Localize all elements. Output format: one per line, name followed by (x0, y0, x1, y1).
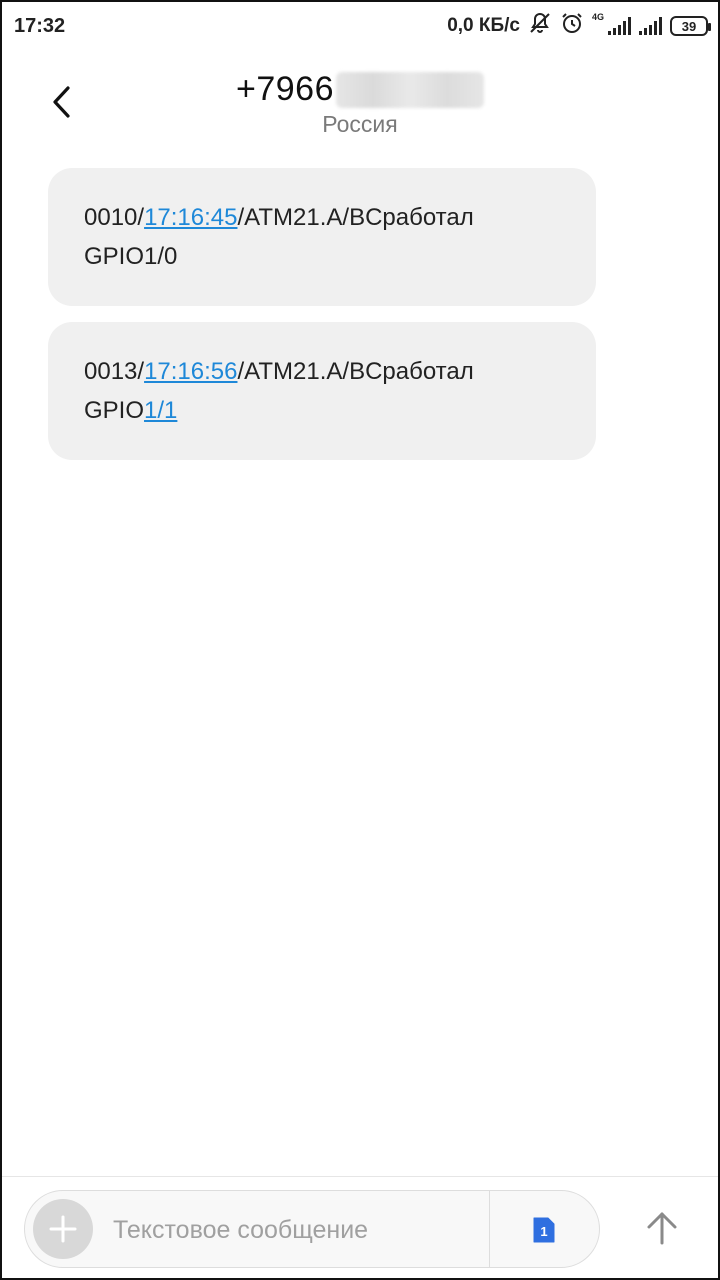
number-link[interactable]: 1/1 (144, 397, 177, 424)
time-link[interactable]: 17:16:56 (144, 358, 237, 385)
message-bubble[interactable]: 0013/17:16:56/ATM21.A/BCработал GPIO1/1 (48, 322, 596, 460)
send-button[interactable] (632, 1198, 692, 1258)
message-input[interactable] (111, 1203, 485, 1257)
sim-select-button[interactable]: 1 (519, 1205, 569, 1255)
composer-separator (489, 1191, 490, 1267)
mute-icon (528, 11, 552, 41)
composer-divider (2, 1176, 718, 1177)
sim-number: 1 (540, 1224, 547, 1239)
message-text: GPIO1/0 (84, 243, 178, 270)
message-text: 0013/ (84, 358, 145, 385)
contact-phone: +7966 (236, 70, 484, 109)
plus-icon (49, 1215, 77, 1243)
battery-icon: 39 (670, 16, 711, 36)
redacted-digits (336, 71, 484, 108)
attach-button[interactable] (33, 1199, 93, 1259)
time-link[interactable]: 17:16:45 (144, 204, 237, 231)
send-arrow-icon (647, 1212, 677, 1245)
message-text: GPIO (84, 397, 145, 424)
signal-icon (608, 17, 631, 35)
status-icons: 0,0 КБ/с 4G 39 (447, 11, 711, 41)
status-bar: 17:32 0,0 КБ/с 4G 39 (2, 2, 718, 50)
battery-level: 39 (681, 18, 697, 34)
phone-number: +7966 (236, 70, 334, 108)
composer: 1 (24, 1190, 600, 1268)
sim-card-icon: 1 (533, 1217, 555, 1243)
message-text: /ATM21.A/BCработал (237, 204, 474, 231)
network-type: 4G (591, 12, 604, 22)
status-time: 17:32 (14, 14, 66, 37)
contact-title[interactable]: +7966 Россия (2, 70, 718, 138)
alarm-icon (560, 11, 584, 41)
signal-icon (639, 17, 662, 35)
net-speed: 0,0 КБ/с (447, 15, 520, 36)
message-bubble[interactable]: 0010/17:16:45/ATM21.A/BCработал GPIO1/0 (48, 168, 596, 306)
conversation-header: +7966 Россия (2, 62, 718, 152)
message-text: 0010/ (84, 204, 145, 231)
contact-region: Россия (322, 111, 398, 137)
message-text: /ATM21.A/BCработал (237, 358, 474, 385)
